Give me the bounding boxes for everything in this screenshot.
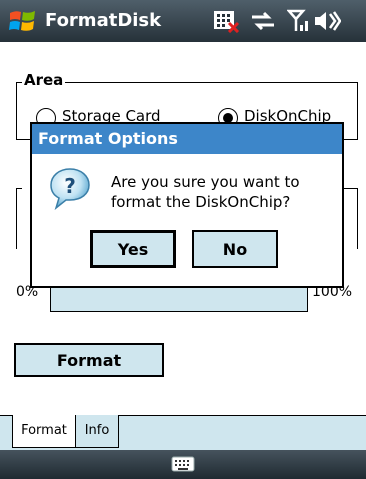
area-legend: Area (22, 71, 66, 89)
no-button[interactable]: No (192, 230, 278, 268)
tab-format[interactable]: Format (12, 415, 76, 448)
data-connection-icon[interactable] (248, 9, 278, 33)
question-icon: ? (50, 168, 90, 210)
title-bar: FormatDisk (0, 0, 366, 42)
dialog-message: Are you sure you want to format the Disk… (111, 173, 300, 211)
signal-icon[interactable] (287, 9, 309, 33)
yes-button[interactable]: Yes (90, 230, 176, 268)
svg-text:?: ? (64, 174, 76, 198)
dialog-title: Format Options (32, 124, 342, 154)
keyboard-icon[interactable] (171, 456, 195, 472)
app-title: FormatDisk (45, 10, 162, 31)
tab-bar: Format Info (0, 415, 366, 450)
windows-start-icon[interactable] (8, 7, 38, 35)
volume-icon[interactable] (313, 9, 341, 33)
sim-card-missing-icon[interactable] (212, 9, 240, 33)
tab-info[interactable]: Info (75, 415, 119, 448)
format-options-dialog: Format Options ? Are you sure you want t… (30, 122, 344, 288)
soft-key-bar (0, 450, 366, 479)
format-button[interactable]: Format (14, 343, 164, 377)
